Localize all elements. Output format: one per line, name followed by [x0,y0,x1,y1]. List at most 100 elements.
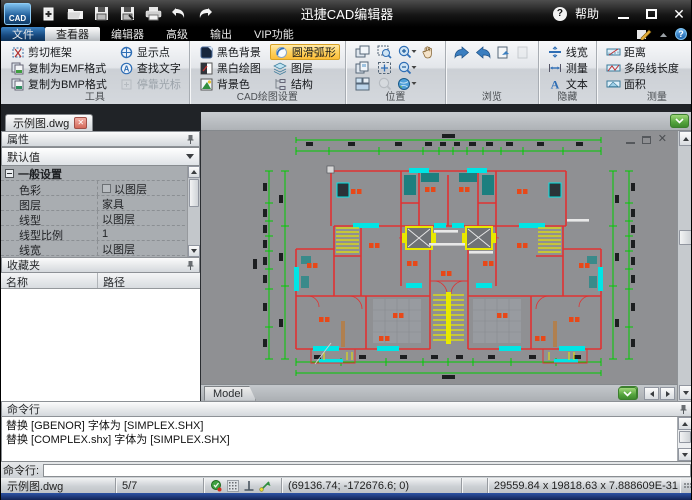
pin-icon[interactable] [186,134,195,145]
previous-view-icon[interactable] [454,46,470,59]
quick-help-icon[interactable]: ? [675,28,687,40]
property-section-row[interactable]: 一般设置 [1,166,200,181]
new-window-icon[interactable] [355,45,370,59]
property-row-linetype[interactable]: 线型 以图层 [1,211,200,226]
next-page-icon[interactable] [496,46,511,59]
distance-icon [606,45,621,59]
black-background-button[interactable]: 黑色背景 [196,44,264,60]
layers-icon [273,61,288,75]
command-input[interactable] [43,464,691,477]
layers-button[interactable]: 图层 [270,60,340,76]
measure-toggle-button[interactable]: 测量 [545,60,591,76]
group-label-position: 位置 [346,88,445,103]
scrollbar-thumb[interactable] [679,431,691,443]
bw-drawing-button[interactable]: 黑白绘图 [196,60,264,76]
menu-tab-file[interactable]: 文件 [1,27,45,41]
help-label[interactable]: 帮助 [575,5,599,22]
app-logo: CAD [4,3,31,25]
menu-tab-editor[interactable]: 编辑器 [100,27,155,41]
open-file-button[interactable] [62,3,88,25]
scroll-up-icon[interactable] [678,417,692,430]
collapse-section-icon[interactable] [5,169,14,178]
menu-tab-output[interactable]: 输出 [199,27,243,41]
cut-frame-icon [10,45,25,59]
canvas-vertical-scrollbar[interactable] [677,131,692,401]
mdi-minimize-icon[interactable] [626,142,635,144]
property-row-layer[interactable]: 图层 家具 [1,196,200,211]
zoom-extents-icon[interactable] [377,61,392,75]
property-row-lineweight[interactable]: 线宽 以图层 [1,241,200,256]
group-label-browse: 浏览 [446,88,538,103]
polar-tracking-icon[interactable] [259,480,272,492]
distance-button[interactable]: 距离 [603,44,688,60]
find-text-button[interactable]: A 查找文字 [116,60,184,76]
drawing-area-top-strip [201,112,692,131]
next-view-icon[interactable] [475,46,491,59]
maximize-button[interactable] [641,5,661,23]
document-tab[interactable]: 示例图.dwg ✕ [5,114,93,131]
scroll-down-icon[interactable] [188,245,200,257]
menu-tab-advanced[interactable]: 高级 [155,27,199,41]
command-scrollbar[interactable] [677,417,692,461]
drawing-canvas[interactable]: ✕ [201,131,677,384]
zoom-in-icon[interactable] [397,45,417,59]
zoom-out-icon[interactable] [397,61,417,75]
layout-expand-button[interactable] [618,387,637,400]
measure-toggle-icon [548,61,563,75]
lineweight-button[interactable]: 线宽 [545,44,591,60]
help-icon[interactable]: ? [553,7,567,21]
model-tab[interactable]: Model [204,386,256,401]
mdi-restore-icon[interactable] [642,136,651,144]
pan-hand-icon[interactable] [421,45,436,59]
ribbon-group-position: 位置 [345,41,445,104]
scroll-up-icon[interactable] [188,166,200,178]
copy-emf-button[interactable]: 复制为EMF格式 [7,60,110,76]
smooth-arc-button[interactable]: 圆滑弧形 [270,44,340,60]
scroll-left-icon[interactable] [644,387,659,400]
color-swatch [102,184,111,193]
polyline-length-button[interactable]: 多段线长度 [603,60,688,76]
zoom-window-icon[interactable] [377,45,392,59]
close-button[interactable]: ✕ [669,5,689,23]
new-file-button[interactable] [36,3,62,25]
show-point-button[interactable]: 显示点 [116,44,184,60]
lineweight-icon [548,45,563,59]
mdi-close-icon[interactable]: ✕ [658,134,667,145]
favorites-list[interactable] [1,289,200,401]
feedback-pen-icon[interactable] [636,28,652,40]
scroll-down-icon[interactable] [678,448,692,461]
favorites-col-name[interactable]: 名称 [1,273,98,288]
menu-tab-viewer[interactable]: 查看器 [45,27,100,41]
ribbon-group-cad-settings: 黑色背景 黑白绘图 背景色 圆滑弧形 [189,41,345,104]
tab-close-icon[interactable]: ✕ [74,117,87,129]
previous-page-icon[interactable] [516,46,531,59]
window-bottom-border [1,493,692,500]
save-as-button[interactable] [114,3,140,25]
minimize-button[interactable] [613,5,633,23]
property-row-ltscale[interactable]: 线型比例 1 [1,226,200,241]
save-button[interactable] [88,3,114,25]
favorites-col-path[interactable]: 路径 [98,273,130,288]
property-row-color[interactable]: 色彩 以图层 [1,181,200,196]
scroll-up-icon[interactable] [679,131,692,146]
resize-grip[interactable] [684,483,692,489]
panel-expand-button[interactable] [670,114,689,128]
ortho-icon[interactable] [243,480,255,492]
pin-icon[interactable] [186,260,195,271]
scroll-right-icon[interactable] [660,387,675,400]
floor-plan [201,131,677,384]
scroll-down-icon[interactable] [679,385,692,400]
osnap-icon[interactable] [210,480,223,492]
pin-icon[interactable] [679,404,688,415]
property-preset-select[interactable]: 默认值 [1,147,200,166]
property-grid-scrollbar[interactable] [187,166,200,257]
grid-icon[interactable] [227,480,239,492]
command-history[interactable]: 替换 [GBENOR] 字体为 [SIMPLEX.SHX] 替换 [COMPLE… [1,417,692,462]
cut-frame-button[interactable]: 剪切框架 [7,44,110,60]
scrollbar-thumb[interactable] [189,179,199,207]
scrollbar-thumb[interactable] [679,230,692,245]
menu-tab-vip[interactable]: VIP功能 [243,27,305,41]
copy-view-icon[interactable] [355,61,370,75]
new-file-icon [41,6,57,22]
collapse-ribbon-icon[interactable] [659,31,668,38]
